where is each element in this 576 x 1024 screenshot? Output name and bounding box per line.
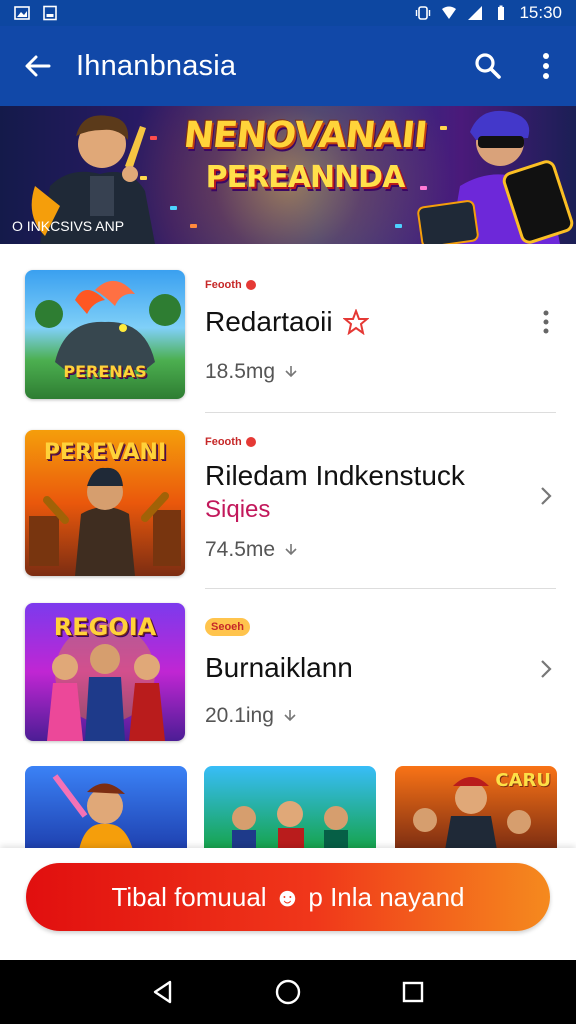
square-recents-icon xyxy=(403,981,424,1003)
signal-icon xyxy=(468,6,483,20)
download-icon xyxy=(284,710,296,722)
item-thumbnail: REGOIA xyxy=(25,603,185,741)
primary-cta-button[interactable]: Tibal fomuual ☻ p Inla nayand xyxy=(26,863,550,931)
banner-title: NENOVANAII xyxy=(181,115,429,156)
item-open-button[interactable] xyxy=(534,654,558,684)
nav-back-button[interactable] xyxy=(143,972,183,1012)
bottom-action-area: Tibal fomuual ☻ p Inla nayand xyxy=(0,848,576,960)
item-thumbnail: PEREVANI xyxy=(25,430,185,576)
item-tag: Seoeh xyxy=(205,618,251,636)
banner-hero-right xyxy=(417,110,574,244)
featured-tile[interactable] xyxy=(204,766,376,850)
item-meta: 20.1ing xyxy=(205,704,298,728)
more-vert-icon xyxy=(543,53,549,79)
thumbnail-title: REGOIA xyxy=(53,613,157,641)
status-time: 15:30 xyxy=(519,3,562,22)
item-name: Riledam Indkenstuck xyxy=(205,460,465,491)
download-icon xyxy=(285,366,297,378)
search-button[interactable] xyxy=(460,26,516,106)
battery-icon xyxy=(498,5,505,20)
tile-label: CARU xyxy=(495,770,551,791)
app-title: Ihnanbnasia xyxy=(76,49,237,82)
item-tag: Feooth xyxy=(205,279,256,291)
thumbnail-title: PEREVANI xyxy=(43,440,167,465)
divider xyxy=(205,588,556,589)
back-button[interactable] xyxy=(0,26,76,106)
item-tag-label: Seoeh xyxy=(211,621,245,633)
banner-subtitle: PEREANNDA xyxy=(205,160,406,195)
item-name: Burnaiklann xyxy=(205,652,353,683)
list-item[interactable]: PEREVANI Feooth Riledam Indkenstuck Siqi… xyxy=(0,416,576,591)
item-meta: 18.5mg xyxy=(205,360,299,384)
item-name: Redartaoii xyxy=(205,306,369,338)
item-size: 18.5mg xyxy=(205,360,276,383)
item-open-button[interactable] xyxy=(534,481,558,511)
chevron-right-icon xyxy=(541,487,552,505)
item-name-text: Redartaoii xyxy=(205,306,333,337)
item-thumbnail: PERENAS xyxy=(25,270,185,399)
gallery-notification-icon xyxy=(43,5,57,21)
nav-recents-button[interactable] xyxy=(393,972,433,1012)
tile-illustration xyxy=(232,801,348,850)
item-more-button[interactable] xyxy=(534,307,558,337)
tile-illustration xyxy=(52,774,133,850)
vibrate-icon xyxy=(416,6,431,20)
item-tag: Feooth xyxy=(205,436,256,448)
divider xyxy=(205,412,556,413)
thumbnail-title: PERENAS xyxy=(63,362,147,381)
download-icon xyxy=(285,544,297,556)
triangle-back-icon xyxy=(153,980,171,1004)
image-notification-icon xyxy=(14,6,30,20)
status-bar: 15:30 xyxy=(0,0,576,26)
search-icon xyxy=(475,53,501,79)
heart-icon xyxy=(245,280,256,290)
list-item[interactable]: PERENAS Feooth Redartaoii 18.5mg xyxy=(0,244,576,414)
featured-tile[interactable]: CARU xyxy=(395,766,557,850)
featured-tile[interactable] xyxy=(25,766,187,850)
system-navigation-bar xyxy=(0,960,576,1024)
circle-home-icon xyxy=(275,979,301,1005)
list-item[interactable]: REGOIA Seoeh Burnaiklann 20.1ing xyxy=(0,594,576,754)
nav-home-button[interactable] xyxy=(268,972,308,1012)
item-meta: 74.5me xyxy=(205,538,299,562)
item-subtitle: Siqies xyxy=(205,496,271,523)
item-tag-label: Feooth xyxy=(205,279,242,291)
star-outline-icon xyxy=(342,309,369,335)
overflow-menu-button[interactable] xyxy=(516,26,576,106)
banner-caption: O INKCSIVS ANP xyxy=(12,218,125,234)
heart-icon xyxy=(245,437,256,447)
chevron-right-icon xyxy=(541,660,552,678)
item-size: 20.1ing xyxy=(205,704,274,727)
more-vert-icon xyxy=(543,310,549,334)
item-tag-label: Feooth xyxy=(205,436,242,448)
wifi-icon xyxy=(442,6,457,19)
item-size: 74.5me xyxy=(205,538,276,561)
arrow-left-icon xyxy=(25,55,51,77)
app-bar: Ihnanbnasia xyxy=(0,26,576,106)
promo-banner[interactable]: NENOVANAII PEREANNDA O INKCSIVS ANP xyxy=(0,106,576,244)
